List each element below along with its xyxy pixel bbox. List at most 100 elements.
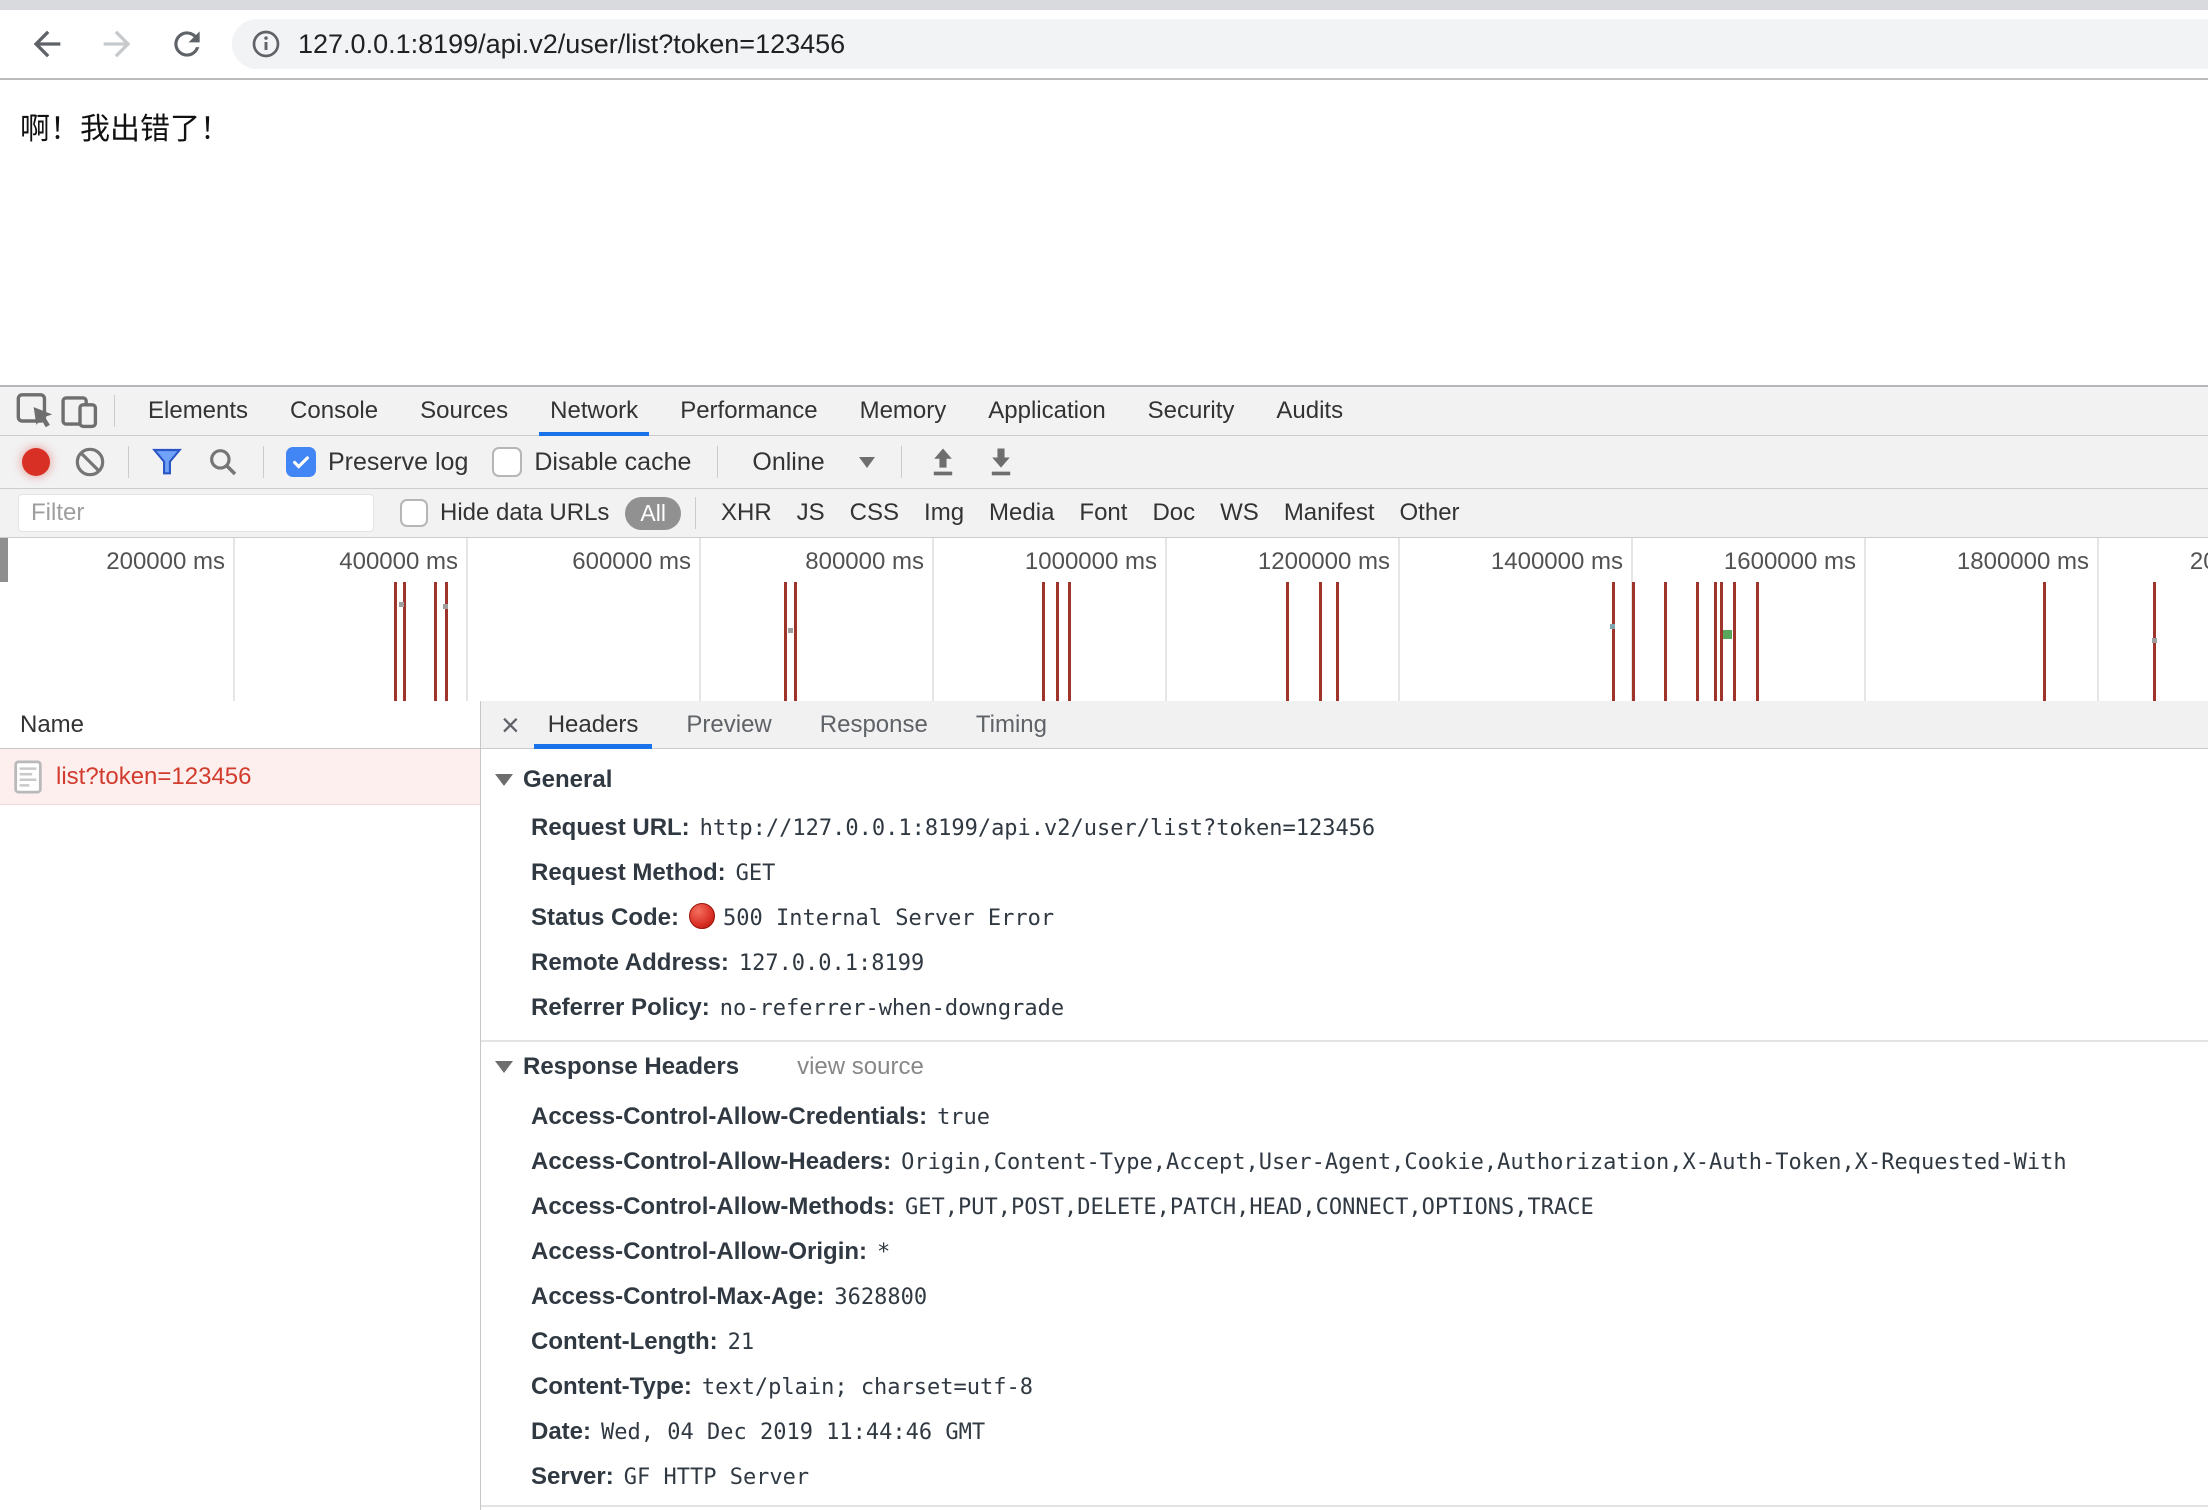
timeline-tick-label: 200000 ms: [106, 548, 225, 576]
failed-request-bar[interactable]: [1632, 582, 1635, 701]
failed-request-bar[interactable]: [1068, 582, 1071, 701]
failed-request-bar[interactable]: [1714, 582, 1717, 701]
devtools-tab-sources[interactable]: Sources: [399, 387, 529, 435]
toolbar-separator: [263, 446, 264, 478]
devtools-tab-audits[interactable]: Audits: [1255, 387, 1364, 435]
detail-tab-response[interactable]: Response: [800, 701, 948, 748]
timeline-tick-label: 1800000 ms: [1957, 548, 2089, 576]
detail-tab-headers[interactable]: Headers: [528, 701, 659, 748]
header-row: Content-Type:text/plain; charset=utf-8: [531, 1366, 2208, 1411]
general-rows: Request URL:http://127.0.0.1:8199/api.v2…: [531, 807, 2208, 1032]
close-icon[interactable]: ×: [501, 709, 520, 741]
filter-toggle-button[interactable]: [151, 446, 183, 478]
devtools-tab-application[interactable]: Application: [967, 387, 1126, 435]
failed-request-bar[interactable]: [1286, 582, 1289, 701]
failed-request-bar[interactable]: [784, 582, 787, 701]
failed-request-bar[interactable]: [1612, 582, 1615, 701]
failed-request-bar[interactable]: [1733, 582, 1736, 701]
inspect-element-button[interactable]: [14, 391, 58, 431]
url-text[interactable]: 127.0.0.1:8199/api.v2/user/list?token=12…: [298, 29, 845, 60]
download-arrow-icon: [984, 445, 1018, 479]
overview-window-handle[interactable]: [0, 538, 8, 582]
failed-request-bar[interactable]: [434, 582, 437, 701]
name-column-header[interactable]: Name: [0, 701, 480, 749]
timeline-tick-label: 800000 ms: [805, 548, 924, 576]
detail-tab-timing[interactable]: Timing: [956, 701, 1067, 748]
response-view-source-button[interactable]: view source: [797, 1053, 924, 1081]
request-marker-dot: [2152, 638, 2157, 643]
hide-data-urls-control[interactable]: Hide data URLs: [400, 499, 609, 527]
general-section-header[interactable]: General: [495, 765, 2208, 795]
timeline-tick-label: 1000000 ms: [1025, 548, 1157, 576]
devtools-tab-console[interactable]: Console: [269, 387, 399, 435]
clear-button[interactable]: [74, 446, 106, 478]
failed-request-bar[interactable]: [794, 582, 797, 701]
inspect-cursor-icon: [16, 392, 56, 430]
filter-type-all[interactable]: All: [625, 497, 681, 530]
failed-request-bar[interactable]: [2043, 582, 2046, 701]
page-content: 啊！我出错了！: [0, 82, 2208, 385]
hide-data-urls-checkbox[interactable]: [400, 499, 428, 527]
filter-type-media[interactable]: Media: [989, 499, 1054, 527]
device-toolbar-button[interactable]: [58, 391, 102, 431]
filter-type-ws[interactable]: WS: [1220, 499, 1259, 527]
export-har-button[interactable]: [984, 445, 1018, 479]
filter-type-manifest[interactable]: Manifest: [1284, 499, 1375, 527]
devtools-tabbar: ElementsConsoleSourcesNetworkPerformance…: [0, 387, 2208, 436]
filter-type-img[interactable]: Img: [924, 499, 964, 527]
failed-request-bar[interactable]: [1664, 582, 1667, 701]
header-key: Request Method:: [531, 859, 726, 886]
filter-type-css[interactable]: CSS: [850, 499, 899, 527]
filter-type-font[interactable]: Font: [1079, 499, 1127, 527]
forward-button[interactable]: [94, 21, 140, 67]
failed-request-bar[interactable]: [1336, 582, 1339, 701]
failed-request-bar[interactable]: [403, 582, 406, 701]
devtools-tab-memory[interactable]: Memory: [839, 387, 968, 435]
timeline-gridline: [1165, 538, 1167, 701]
failed-request-bar[interactable]: [1696, 582, 1699, 701]
failed-request-bar[interactable]: [1056, 582, 1059, 701]
filter-type-xhr[interactable]: XHR: [721, 499, 772, 527]
devtools-main-tabs: ElementsConsoleSourcesNetworkPerformance…: [127, 387, 1364, 435]
devtools-tab-performance[interactable]: Performance: [659, 387, 838, 435]
import-har-button[interactable]: [926, 445, 960, 479]
preserve-log-checkbox[interactable]: [286, 447, 316, 477]
preserve-log-control[interactable]: Preserve log: [286, 447, 468, 477]
failed-request-bar[interactable]: [394, 582, 397, 701]
failed-request-bar[interactable]: [1756, 582, 1759, 701]
failed-request-bar[interactable]: [1720, 582, 1723, 701]
forward-arrow-icon: [97, 24, 137, 64]
filter-type-js[interactable]: JS: [797, 499, 825, 527]
disable-cache-checkbox[interactable]: [492, 447, 522, 477]
header-key: Access-Control-Allow-Methods:: [531, 1193, 895, 1220]
response-headers-section-header[interactable]: Response Headers view source: [495, 1052, 2208, 1082]
toolbar-separator: [695, 497, 696, 529]
page-info-icon[interactable]: [250, 28, 282, 60]
timeline-tick-label: 600000 ms: [572, 548, 691, 576]
header-key: Access-Control-Allow-Headers:: [531, 1148, 891, 1175]
request-row[interactable]: list?token=123456: [0, 749, 480, 805]
filter-input[interactable]: [18, 494, 374, 532]
search-button[interactable]: [207, 446, 239, 478]
network-overview-timeline[interactable]: 200000 ms400000 ms600000 ms800000 ms1000…: [0, 538, 2208, 702]
preserve-log-label: Preserve log: [328, 448, 468, 477]
devtools-tab-elements[interactable]: Elements: [127, 387, 269, 435]
header-value: no-referrer-when-downgrade: [720, 996, 1064, 1021]
detail-tab-preview[interactable]: Preview: [666, 701, 791, 748]
filter-type-doc[interactable]: Doc: [1152, 499, 1195, 527]
failed-request-bar[interactable]: [445, 582, 448, 701]
devtools-tab-security[interactable]: Security: [1127, 387, 1256, 435]
disable-cache-control[interactable]: Disable cache: [492, 447, 691, 477]
request-name[interactable]: list?token=123456: [56, 763, 252, 791]
back-button[interactable]: [24, 21, 70, 67]
reload-button[interactable]: [164, 21, 210, 67]
page-body-text: 啊！我出错了！: [20, 104, 230, 148]
failed-request-bar[interactable]: [1319, 582, 1322, 701]
throttling-select[interactable]: Online: [742, 448, 874, 477]
record-button[interactable]: [22, 448, 50, 476]
devtools-tab-network[interactable]: Network: [529, 387, 659, 435]
filter-type-other[interactable]: Other: [1400, 499, 1460, 527]
address-bar[interactable]: 127.0.0.1:8199/api.v2/user/list?token=12…: [232, 19, 2208, 69]
header-key: Access-Control-Max-Age:: [531, 1283, 824, 1310]
failed-request-bar[interactable]: [1042, 582, 1045, 701]
